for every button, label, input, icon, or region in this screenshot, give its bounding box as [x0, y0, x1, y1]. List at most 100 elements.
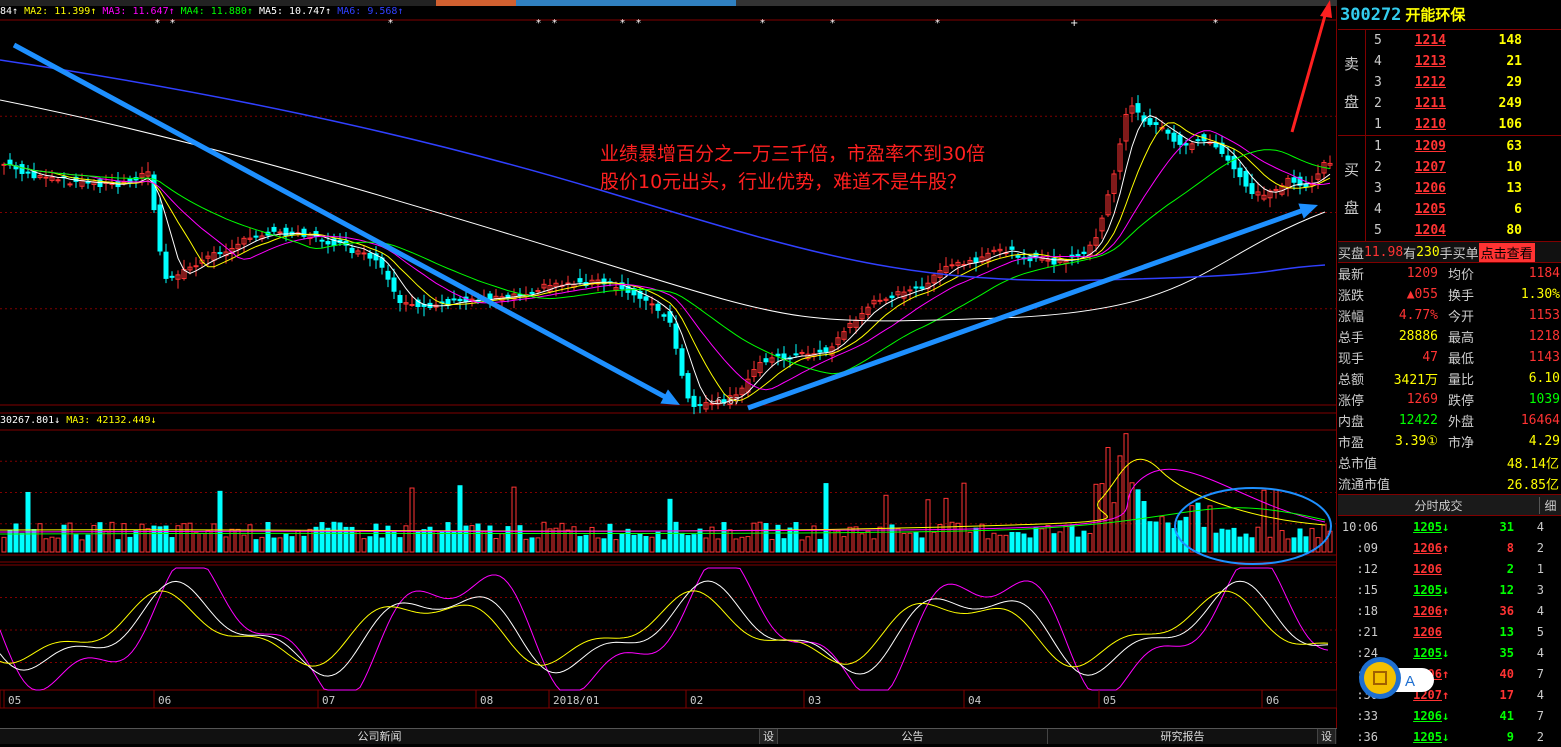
candle-body	[391, 277, 397, 292]
big-order-bar[interactable]: 买盘 11.98 有 230 手买单 点击查看	[1338, 242, 1561, 263]
candle-body	[973, 257, 979, 263]
buy-row[interactable]: 5 1204 80	[1338, 220, 1561, 241]
buy-row[interactable]: 3 1206 13	[1338, 178, 1561, 199]
volume: 13	[1506, 181, 1522, 196]
event-star-icon: *	[830, 18, 835, 29]
volume-bar	[817, 538, 823, 553]
event-star-icon: *	[1213, 18, 1218, 29]
volume-bar	[1225, 529, 1231, 553]
tick-count: 3	[1536, 582, 1544, 597]
stat-row: 总额 3421万 量比 6.10	[1338, 368, 1561, 389]
candle-body	[1225, 155, 1231, 161]
price: 1206	[1414, 181, 1446, 196]
volume-bar	[631, 534, 637, 553]
volume-bar	[661, 539, 667, 553]
volume-bar	[1093, 483, 1099, 553]
level: 1	[1374, 117, 1382, 132]
volume-bar	[901, 533, 907, 553]
stat-value-2: 16464	[1520, 413, 1560, 428]
price: 1211	[1414, 96, 1446, 111]
volume-bar	[613, 539, 619, 553]
floating-assistant-widget[interactable]: A	[1358, 656, 1438, 702]
sell-row[interactable]: 5 1214 148	[1338, 30, 1561, 51]
volume-bar	[907, 532, 913, 553]
settings-button-2[interactable]: 设	[1318, 729, 1336, 744]
cap-row: 总市值 48.14亿	[1338, 452, 1561, 473]
tick-time: :09	[1356, 540, 1378, 555]
sell-row[interactable]: 4 1213 21	[1338, 51, 1561, 72]
volume: 80	[1506, 223, 1522, 238]
volume-bar	[301, 535, 307, 553]
sell-row[interactable]: 2 1211 249	[1338, 93, 1561, 114]
tab-notice[interactable]: 公告	[778, 729, 1048, 744]
volume-bar	[649, 536, 655, 553]
volume-bar	[247, 524, 253, 553]
kline-chart[interactable]: ←6.67 业绩暴增百分之一万三千倍，市盈率不到30倍股价10元出头，行业优势，难…	[0, 0, 1337, 728]
settings-button-1[interactable]: 设	[760, 729, 778, 744]
tick-arrow-icon: ↓	[1442, 729, 1450, 744]
volume-bar	[157, 526, 163, 553]
fast-have: 有	[1403, 246, 1417, 262]
tick-row[interactable]: :09 1206 ↑ 8 2	[1338, 537, 1561, 558]
tick-row[interactable]: :12 1206 2 1	[1338, 558, 1561, 579]
sell-row[interactable]: 1 1210 106	[1338, 114, 1561, 135]
red-arrow-head	[1320, 0, 1332, 18]
x-axis-label: 05	[1103, 694, 1116, 707]
candle-body	[1081, 251, 1087, 255]
volume-bar	[49, 536, 55, 553]
tick-row[interactable]: :15 1205 ↓ 12 3	[1338, 579, 1561, 600]
candle-body	[877, 299, 883, 302]
volume-bar	[373, 523, 379, 553]
level: 4	[1374, 54, 1382, 69]
tick-volume: 9	[1506, 729, 1514, 744]
quote-panel: 300272 开能环保 卖盘 5 1214 148 4 1213 21 3 1212 29 2 12…	[1338, 0, 1561, 744]
view-link[interactable]: 点击查看	[1478, 242, 1535, 262]
volume-bar	[355, 530, 361, 553]
tick-row[interactable]: :33 1206 ↓ 41 7	[1338, 705, 1561, 726]
sell-row[interactable]: 3 1212 29	[1338, 72, 1561, 93]
widget-letter: A	[1405, 673, 1415, 690]
ticks-list[interactable]: 10:06 1205 ↓ 31 4:09 1206 ↑ 8 2:12 1206 2 1:15 1205 ↓…	[1338, 516, 1561, 747]
tab-research-report[interactable]: 研究报告	[1048, 729, 1318, 744]
buy-row[interactable]: 2 1207 10	[1338, 157, 1561, 178]
buy-row[interactable]: 1 1209 63	[1338, 136, 1561, 157]
volume-bar	[337, 522, 343, 553]
tab-company-news[interactable]: 公司新闻	[0, 729, 760, 744]
volume-bar	[259, 536, 265, 553]
candle-body	[1213, 143, 1219, 148]
candle-body	[451, 298, 457, 301]
candle-body	[487, 293, 493, 300]
candle-body	[43, 176, 49, 179]
candle-body	[457, 298, 463, 302]
candle-body	[949, 264, 955, 267]
stat-key-2: 市净	[1448, 436, 1475, 451]
ticks-detail-button[interactable]: 细	[1539, 496, 1561, 514]
tick-price: 1205	[1413, 729, 1442, 744]
volume-bar	[115, 539, 121, 553]
volume-bar	[283, 533, 289, 553]
price: 1213	[1414, 54, 1446, 69]
candle-body	[271, 226, 277, 232]
volume-bar	[961, 482, 967, 553]
stat-key: 最新	[1338, 268, 1365, 283]
candle-body	[1183, 143, 1189, 146]
tick-row[interactable]: :18 1206 ↑ 36 4	[1338, 600, 1561, 621]
volume-bar	[1273, 488, 1279, 553]
cap-key: 流通市值	[1338, 478, 1391, 493]
candle-body	[67, 183, 73, 186]
tick-row[interactable]: :21 1206 13 5	[1338, 621, 1561, 642]
volume-bar	[1321, 524, 1327, 553]
ticks-title[interactable]: 分时成交	[1338, 497, 1539, 514]
volume-bar	[997, 534, 1003, 553]
candle-body	[1231, 156, 1237, 170]
volume-bar	[541, 521, 547, 553]
stock-header: 300272 开能环保	[1338, 0, 1561, 30]
chart-area[interactable]: 84↑ MA2: 11.399↑ MA3: 11.647↑ MA4: 11.88…	[0, 0, 1337, 728]
volume-bar	[253, 539, 259, 553]
buy-row[interactable]: 4 1205 6	[1338, 199, 1561, 220]
volume-bar	[955, 522, 961, 553]
volume-bar	[1291, 537, 1297, 553]
tick-arrow-icon: ↑	[1442, 687, 1450, 702]
tick-volume: 17	[1499, 687, 1514, 702]
tick-row[interactable]: 10:06 1205 ↓ 31 4	[1338, 516, 1561, 537]
